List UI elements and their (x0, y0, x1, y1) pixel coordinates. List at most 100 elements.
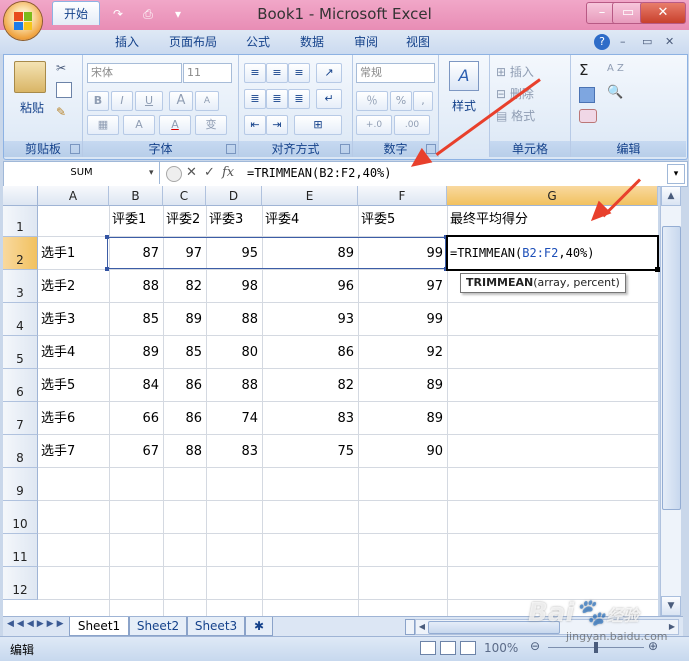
styles-icon[interactable]: A (449, 61, 479, 91)
office-button[interactable] (4, 2, 42, 40)
zoom-level[interactable]: 100% (484, 641, 518, 655)
cell-f8[interactable]: 90 (358, 436, 447, 468)
cell-b1[interactable]: 评委1 (109, 204, 146, 236)
shrink-font-button[interactable]: A (195, 91, 219, 111)
row-header-1[interactable]: 1 (3, 206, 38, 237)
cell-b8[interactable]: 67 (109, 436, 163, 468)
cell-c3[interactable]: 82 (163, 271, 206, 303)
tab-insert[interactable]: 插入 (105, 30, 149, 54)
col-header-d[interactable]: D (206, 186, 262, 206)
page-break-view-icon[interactable] (460, 641, 476, 655)
sheet-nav-icons[interactable]: ◀◀◀▶▶▶ (7, 619, 67, 629)
border-button[interactable]: ▦ (87, 115, 119, 135)
copy-icon[interactable] (56, 82, 72, 98)
formula-input[interactable]: =TRIMMEAN(B2:F2,40%) (247, 162, 392, 184)
cell-g1[interactable]: 最终平均得分 (447, 204, 528, 236)
cell-b6[interactable]: 84 (109, 370, 163, 402)
format-cells-button[interactable]: ▤ 格式 (496, 107, 566, 124)
orientation-icon[interactable]: ↗ (316, 63, 342, 83)
tooltip-function-name[interactable]: TRIMMEAN (466, 276, 533, 289)
row-header-8[interactable]: 8 (3, 435, 38, 468)
number-format-combo[interactable]: 常规 (356, 63, 435, 83)
align-center-icon[interactable]: ≣ (266, 89, 288, 109)
cell-a4[interactable]: 选手3 (38, 304, 75, 336)
increase-decimal-button[interactable]: +.0 (356, 115, 392, 135)
cell-e8[interactable]: 75 (262, 436, 358, 468)
autosum-button[interactable]: Σ (579, 61, 588, 79)
vertical-scrollbar[interactable]: ▲ ▼ (660, 186, 681, 616)
find-select-button[interactable]: 🔍 (607, 85, 623, 100)
cell-b4[interactable]: 85 (109, 304, 163, 336)
italic-button[interactable]: I (111, 91, 133, 111)
cell-a6[interactable]: 选手5 (38, 370, 75, 402)
cell-b7[interactable]: 66 (109, 403, 163, 435)
col-header-e[interactable]: E (262, 186, 358, 206)
comma-button[interactable]: , (413, 91, 433, 111)
fill-icon[interactable] (579, 87, 595, 103)
grow-font-button[interactable]: A (169, 91, 193, 111)
cell-a2[interactable]: 选手1 (38, 238, 75, 270)
tab-home[interactable]: 开始 (52, 1, 100, 25)
cell-d5[interactable]: 80 (206, 337, 262, 369)
cell-f4[interactable]: 99 (358, 304, 447, 336)
sheet-tab-3[interactable]: Sheet3 (187, 617, 245, 636)
cell-e7[interactable]: 83 (262, 403, 358, 435)
phonetic-button[interactable]: 变 (195, 115, 227, 135)
cell-b3[interactable]: 88 (109, 271, 163, 303)
cell-f1[interactable]: 评委5 (358, 204, 395, 236)
col-header-f[interactable]: F (358, 186, 447, 206)
cell-d4[interactable]: 88 (206, 304, 262, 336)
tab-formulas[interactable]: 公式 (236, 30, 280, 54)
cell-a7[interactable]: 选手6 (38, 403, 75, 435)
percent-button[interactable]: % (390, 91, 412, 111)
font-color-button[interactable]: A (159, 115, 191, 135)
name-box-dropdown-icon[interactable]: ▾ (149, 162, 154, 184)
col-header-g[interactable]: G (447, 186, 658, 206)
select-all-corner[interactable] (3, 186, 38, 206)
tab-view[interactable]: 视图 (396, 30, 440, 54)
insert-function-icon[interactable]: fx (222, 162, 234, 184)
cell-e3[interactable]: 96 (262, 271, 358, 303)
cell-f6[interactable]: 89 (358, 370, 447, 402)
enter-icon[interactable]: ✓ (204, 162, 215, 184)
sheet-tab-2[interactable]: Sheet2 (129, 617, 187, 636)
font-expand-icon[interactable] (226, 144, 236, 154)
paste-icon[interactable] (14, 61, 46, 93)
ribbon-minimize-icon[interactable]: – (620, 35, 626, 48)
cell-e4[interactable]: 93 (262, 304, 358, 336)
align-right-icon[interactable]: ≣ (288, 89, 310, 109)
range-handle[interactable] (105, 267, 109, 271)
decrease-indent-icon[interactable]: ⇤ (244, 115, 266, 135)
cell-e1[interactable]: 评委4 (262, 204, 299, 236)
tab-split-handle[interactable] (405, 619, 415, 635)
zoom-slider-thumb[interactable] (594, 642, 598, 653)
cell-d7[interactable]: 74 (206, 403, 262, 435)
bold-button[interactable]: B (87, 91, 109, 111)
cell-d3[interactable]: 98 (206, 271, 262, 303)
underline-button[interactable]: U (135, 91, 163, 111)
align-middle-icon[interactable]: ≡ (266, 63, 288, 83)
row-header-9[interactable]: 9 (3, 468, 38, 501)
wrap-text-icon[interactable]: ↵ (316, 89, 342, 109)
row-header-2[interactable]: 2 (3, 237, 38, 270)
row-header-7[interactable]: 7 (3, 402, 38, 435)
fill-color-button[interactable]: A (123, 115, 155, 135)
cell-d6[interactable]: 88 (206, 370, 262, 402)
col-header-b[interactable]: B (109, 186, 163, 206)
cell-c8[interactable]: 88 (163, 436, 206, 468)
cell-b5[interactable]: 89 (109, 337, 163, 369)
cell-c6[interactable]: 86 (163, 370, 206, 402)
row-header-11[interactable]: 11 (3, 534, 38, 567)
range-handle[interactable] (105, 235, 109, 239)
page-layout-view-icon[interactable] (440, 641, 456, 655)
currency-button[interactable]: ％ (356, 91, 388, 111)
align-left-icon[interactable]: ≣ (244, 89, 266, 109)
cell-e5[interactable]: 86 (262, 337, 358, 369)
paste-button[interactable]: 粘贴 (14, 99, 50, 116)
font-name-combo[interactable]: 宋体 (87, 63, 182, 83)
row-header-4[interactable]: 4 (3, 303, 38, 336)
decrease-decimal-button[interactable]: .00 (394, 115, 430, 135)
number-expand-icon[interactable] (426, 144, 436, 154)
vertical-scroll-thumb[interactable] (662, 226, 681, 510)
align-top-icon[interactable]: ≡ (244, 63, 266, 83)
